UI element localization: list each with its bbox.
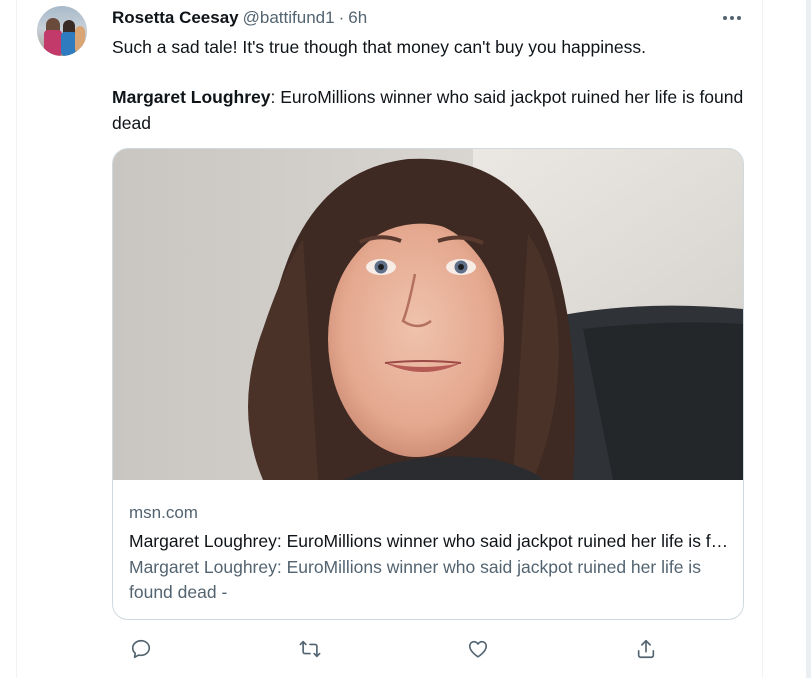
card-meta: msn.com Margaret Loughrey: EuroMillions … (129, 502, 729, 605)
reply-icon[interactable] (126, 636, 156, 662)
separator-dot: · (338, 8, 345, 27)
sidebar-edge (806, 0, 811, 678)
card-image (113, 149, 743, 480)
card-title: Margaret Loughrey: EuroMillions winner w… (129, 531, 729, 551)
author-name[interactable]: Rosetta Ceesay (112, 8, 239, 28)
more-options-icon[interactable] (717, 8, 747, 28)
timeline-column: Rosetta Ceesay @battifund1 · 6h Such a s… (16, 0, 763, 678)
heart-icon[interactable] (463, 636, 493, 662)
avatar[interactable] (37, 6, 87, 56)
tweet-quote: Margaret Loughrey: EuroMillions winner w… (112, 84, 752, 136)
quote-bold-name: Margaret Loughrey (112, 87, 271, 107)
tweet[interactable]: Rosetta Ceesay @battifund1 · 6h Such a s… (17, 0, 763, 678)
card-domain: msn.com (129, 503, 198, 522)
author-handle[interactable]: @battifund1 (243, 8, 335, 28)
retweet-icon[interactable] (295, 636, 325, 662)
share-icon[interactable] (631, 636, 661, 662)
tweet-text: Such a sad tale! It's true though that m… (112, 34, 752, 136)
tweet-timestamp[interactable]: 6h (348, 8, 367, 28)
link-card[interactable]: msn.com Margaret Loughrey: EuroMillions … (112, 148, 744, 620)
tweet-text-line: Such a sad tale! It's true though that m… (112, 37, 646, 57)
tweet-actions (112, 636, 672, 662)
card-description: Margaret Loughrey: EuroMillions winner w… (129, 557, 701, 602)
tweet-header: Rosetta Ceesay @battifund1 · 6h (112, 7, 367, 29)
